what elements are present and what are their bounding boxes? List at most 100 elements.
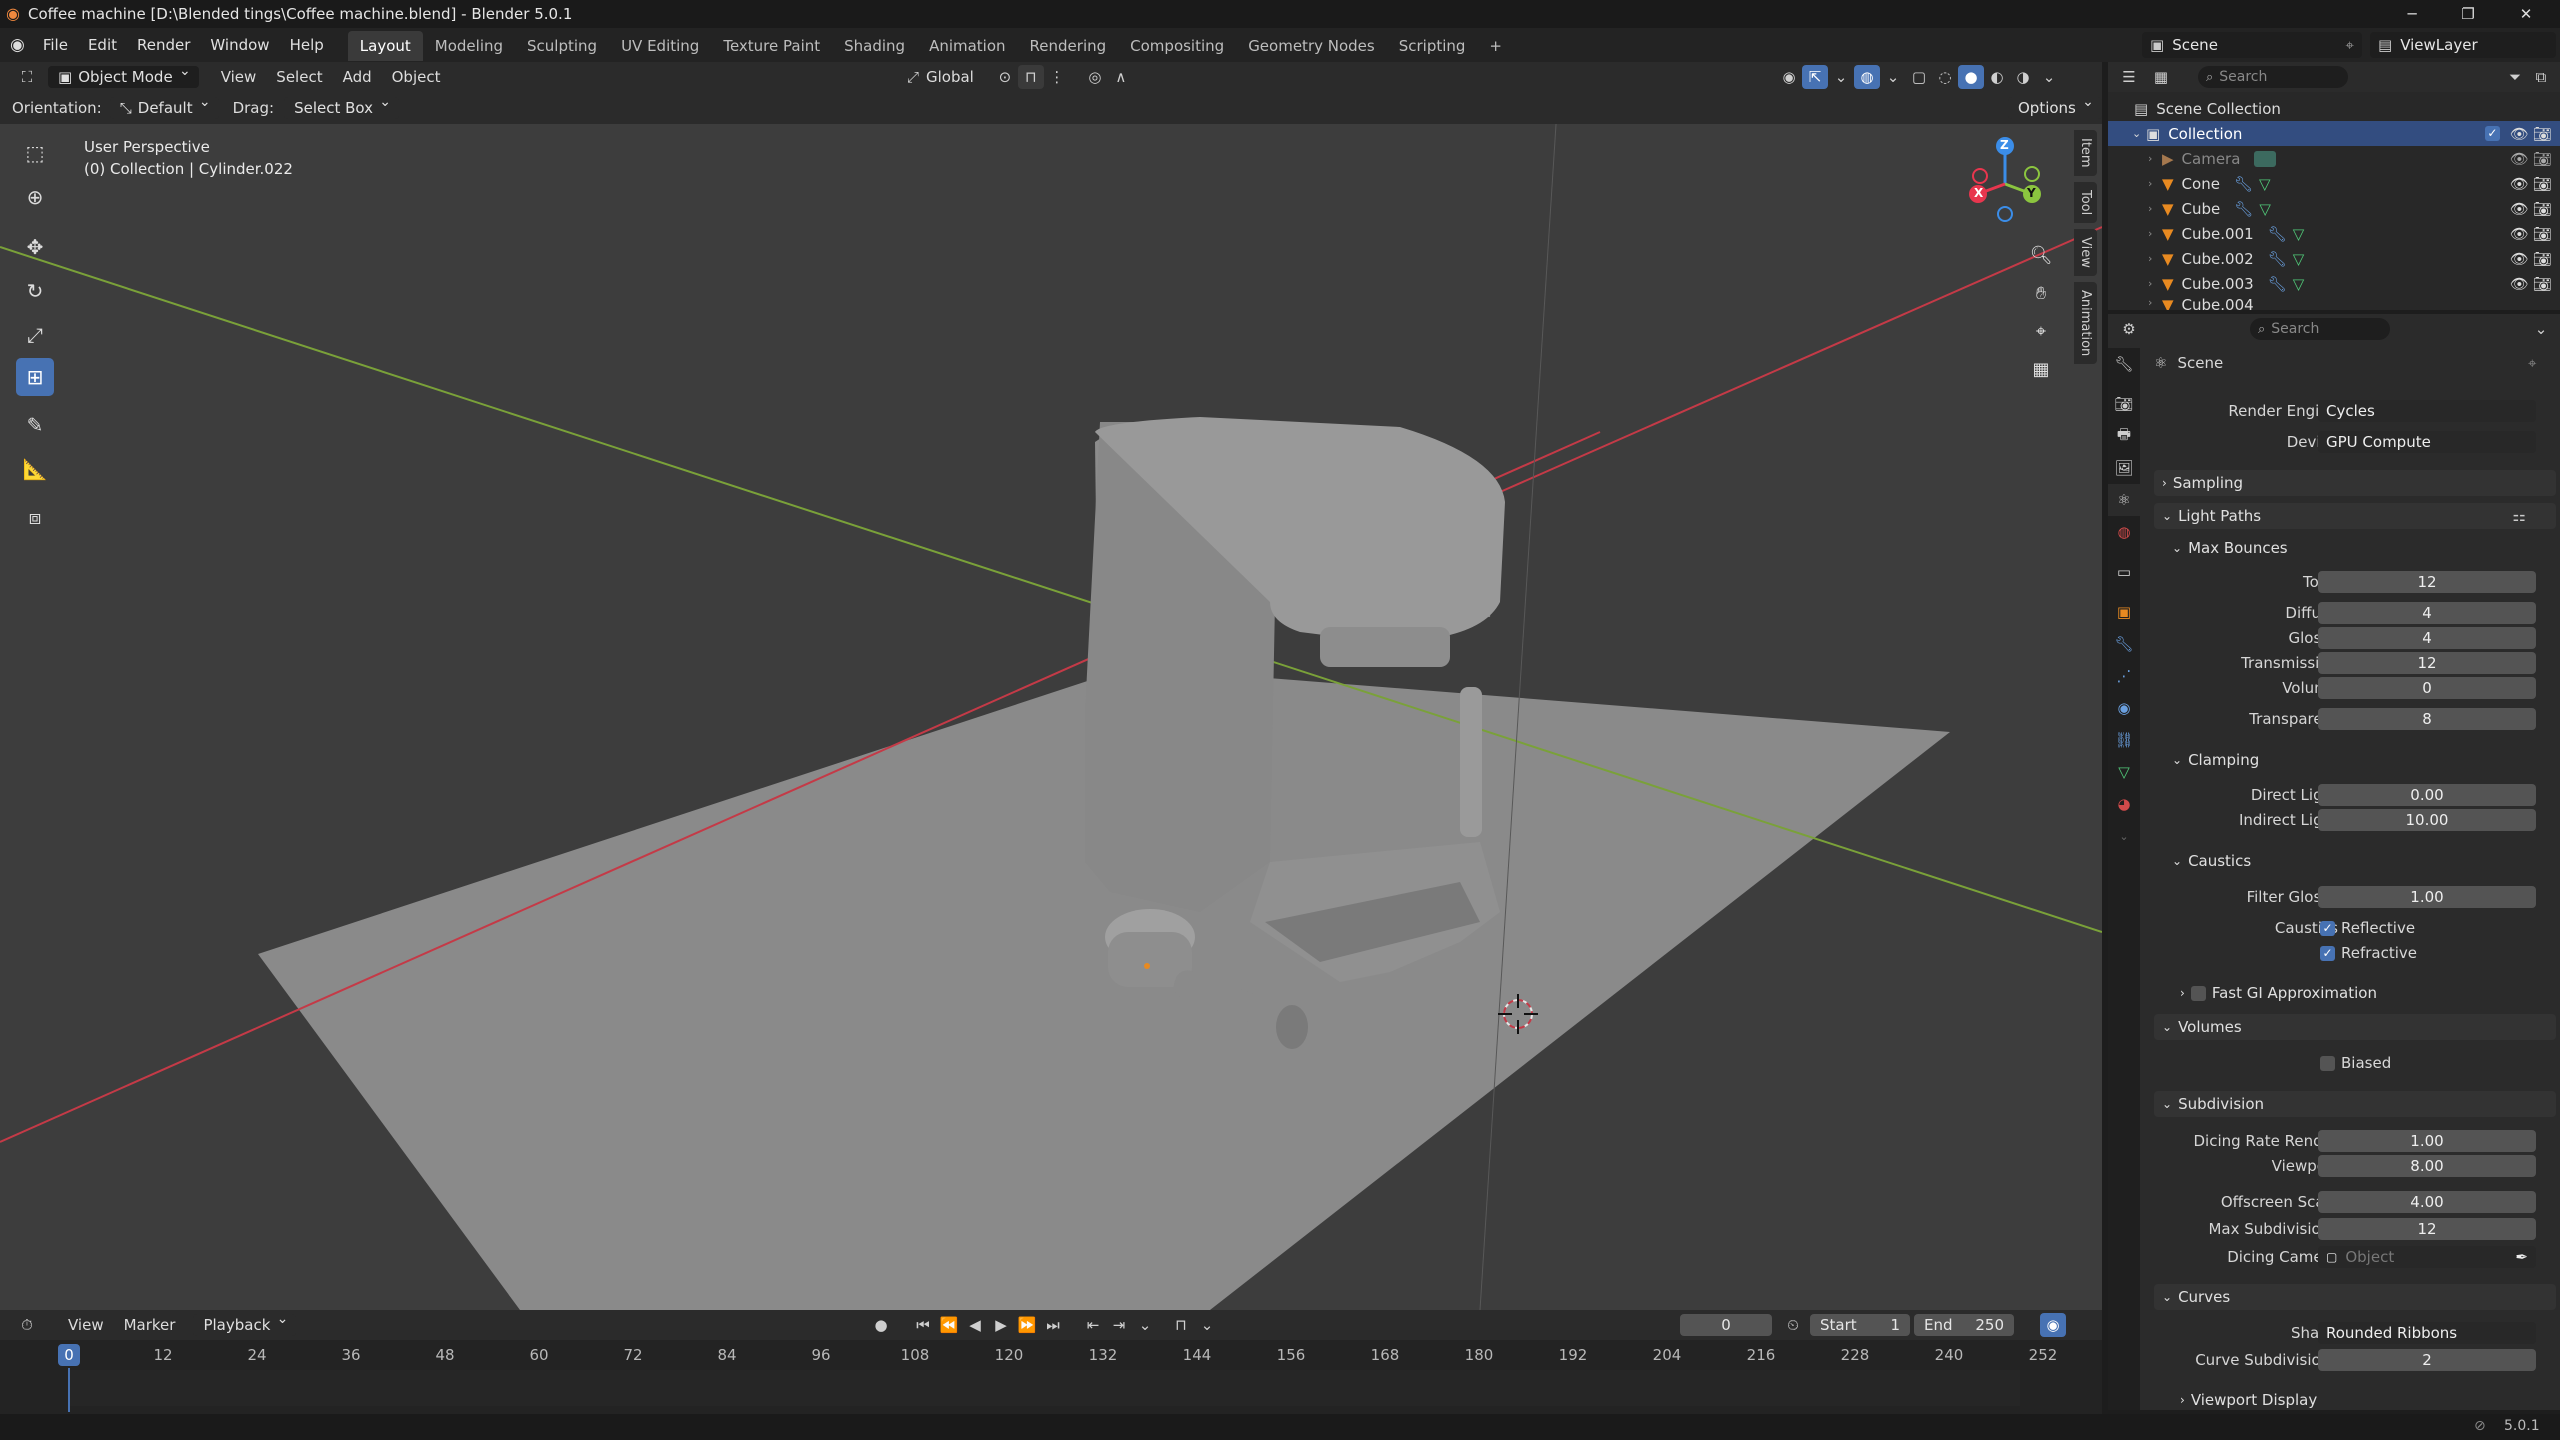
dicing-rate-render-field[interactable]: 1.00 (2318, 1130, 2536, 1152)
outliner-item-cube-003[interactable]: › ▼ Cube.003 🔧︎ ▽ 👁︎ 📷︎ (2108, 271, 2560, 296)
render-camera-icon[interactable]: 📷︎ (2533, 150, 2552, 168)
auto-keying-icon[interactable]: ⊓ (1168, 1313, 1194, 1337)
shape-dropdown[interactable]: Rounded Ribbons (2318, 1322, 2536, 1344)
timeline-editor[interactable]: ⏱ View Marker Playback ● ⏮ ⏪ ◀ ▶ ⏩ ⏭ ⇤ ⇥… (0, 1310, 2102, 1414)
close-button[interactable]: ✕ (2504, 2, 2548, 26)
timeline-view-options-icon[interactable]: ◉ (2040, 1313, 2066, 1337)
direct-light-field[interactable]: 0.00 (2318, 784, 2536, 806)
outliner-item-cube[interactable]: › ▼ Cube 🔧︎ ▽ 👁︎ 📷︎ (2108, 196, 2560, 221)
outliner-item-cone[interactable]: › ▼ Cone 🔧︎ ▽ 👁︎ 📷︎ (2108, 171, 2560, 196)
tab-rendering[interactable]: Rendering (1018, 31, 1119, 61)
falloff-icon[interactable]: ∧ (1108, 65, 1134, 89)
timeline-editor-type-icon[interactable]: ⏱ (14, 1313, 40, 1337)
outliner-search[interactable]: ⌕ Search (2198, 66, 2348, 88)
gizmo-toggle-icon[interactable]: ⇱ (1802, 65, 1828, 89)
visibility-eye-icon[interactable]: 👁︎ (2510, 150, 2529, 168)
collapse-icon[interactable]: ⌄ (2132, 127, 2146, 140)
tab-animation[interactable]: Animation (917, 31, 1017, 61)
timeline-menu-view[interactable]: View (58, 1310, 114, 1340)
outliner-item-cube-002[interactable]: › ▼ Cube.002 🔧︎ ▽ 👁︎ 📷︎ (2108, 246, 2560, 271)
volumes-panel-header[interactable]: ⌄ Volumes (2154, 1014, 2556, 1040)
expand-icon[interactable]: › (2148, 296, 2162, 309)
annotate-tool[interactable]: ✎ (16, 406, 54, 444)
tab-scripting[interactable]: Scripting (1387, 31, 1478, 61)
expand-icon[interactable]: › (2148, 177, 2162, 190)
collection-row[interactable]: ⌄ ▣ Collection ✓ 👁︎ 📷︎ (2108, 121, 2560, 146)
side-tab-tool[interactable]: Tool (2074, 181, 2097, 223)
menu-help[interactable]: Help (280, 28, 334, 62)
maximize-button[interactable]: ❐ (2446, 2, 2490, 26)
vp-menu-add[interactable]: Add (333, 62, 382, 92)
proportional-edit-icon[interactable]: ◎ (1082, 65, 1108, 89)
display-mode-icon[interactable]: ▦ (2148, 65, 2174, 89)
vp-menu-select[interactable]: Select (266, 62, 332, 92)
current-frame-field[interactable]: 0 (1680, 1314, 1772, 1336)
transform-tool[interactable]: ⊞ (16, 358, 54, 396)
transmission-field[interactable]: 12 (2318, 652, 2536, 674)
drag-dropdown[interactable]: Select Box (284, 94, 399, 119)
add-workspace-button[interactable]: + (1477, 31, 1514, 61)
outliner-item-cube-001[interactable]: › ▼ Cube.001 🔧︎ ▽ 👁︎ 📷︎ (2108, 221, 2560, 246)
next-key-icon[interactable]: ⇥ (1106, 1313, 1132, 1337)
view-layer-tab-icon[interactable]: 🖼︎ (2108, 452, 2140, 484)
transparent-field[interactable]: 8 (2318, 708, 2536, 730)
tab-uv-editing[interactable]: UV Editing (609, 31, 711, 61)
sampling-panel-header[interactable]: › Sampling (2154, 470, 2556, 496)
play-icon[interactable]: ▶ (988, 1313, 1014, 1337)
tab-modeling[interactable]: Modeling (423, 31, 515, 61)
device-dropdown[interactable]: GPU Compute (2318, 431, 2536, 453)
wireframe-shading-icon[interactable]: ◌ (1932, 65, 1958, 89)
total-field[interactable]: 12 (2318, 571, 2536, 593)
fast-gi-checkbox[interactable] (2190, 985, 2206, 1001)
vp-menu-object[interactable]: Object (382, 62, 451, 92)
snap-target-icon[interactable]: ⋮ (1044, 65, 1070, 89)
pivot-point-icon[interactable]: ⊙ (992, 65, 1018, 89)
dicing-camera-field[interactable]: ▢ Object ✒ (2318, 1246, 2536, 1268)
eyedropper-icon[interactable]: ✒ (2515, 1246, 2528, 1268)
pin-icon[interactable]: ⌖ (2346, 36, 2362, 54)
visibility-eye-icon[interactable]: 👁︎ (2510, 225, 2529, 243)
keyset-dropdown-icon[interactable]: ⌄ (1194, 1313, 1220, 1337)
render-camera-icon[interactable]: 📷︎ (2533, 125, 2552, 143)
side-tab-item[interactable]: Item (2074, 130, 2097, 176)
visibility-eye-icon[interactable]: 👁︎ (2510, 125, 2529, 143)
curve-subdivisions-field[interactable]: 2 (2318, 1349, 2536, 1371)
end-frame-field[interactable]: End 250 (1914, 1314, 2014, 1336)
constraints-tab-icon[interactable]: ⛓ (2108, 724, 2140, 756)
world-tab-icon[interactable]: ◍ (2108, 516, 2140, 548)
light-paths-panel-header[interactable]: ⌄ Light Paths ⚏ (2154, 503, 2556, 529)
cursor-tool[interactable]: ⊕ (16, 178, 54, 216)
subdivision-panel-header[interactable]: ⌄ Subdivision (2154, 1091, 2556, 1117)
menu-file[interactable]: File (33, 28, 78, 62)
reflective-checkbox-row[interactable]: ✓ Reflective (2320, 919, 2415, 937)
properties-editor-type-icon[interactable]: ⚙ (2116, 317, 2142, 341)
prev-key-icon[interactable]: ⇤ (1080, 1313, 1106, 1337)
tab-geometry-nodes[interactable]: Geometry Nodes (1236, 31, 1387, 61)
outliner-item-cube-004[interactable]: › ▼ Cube.004 (2108, 296, 2560, 310)
max-subdivisions-field[interactable]: 12 (2318, 1218, 2536, 1240)
play-reverse-icon[interactable]: ◀ (962, 1313, 988, 1337)
data-tab-icon[interactable]: ▽ (2108, 756, 2140, 788)
rotate-tool[interactable]: ↻ (16, 272, 54, 310)
offscreen-scale-field[interactable]: 4.00 (2318, 1191, 2536, 1213)
render-engine-dropdown[interactable]: Cycles (2318, 400, 2536, 422)
indirect-light-field[interactable]: 10.00 (2318, 809, 2536, 831)
modifier-tab-icon[interactable]: 🔧︎ (2108, 628, 2140, 660)
editor-type-icon[interactable]: ⛶ (14, 65, 40, 89)
measure-tool[interactable]: 📐 (16, 450, 54, 488)
output-tab-icon[interactable]: 🖶 (2108, 420, 2140, 452)
tool-tab-icon[interactable]: 🔧︎ (2108, 348, 2140, 380)
camera-view-icon[interactable]: ⌖ (2024, 314, 2058, 348)
biased-checkbox[interactable] (2320, 1055, 2335, 1071)
snap-toggle-icon[interactable]: ⊓ (1017, 65, 1044, 89)
biased-checkbox-row[interactable]: Biased (2320, 1054, 2391, 1072)
3d-viewport[interactable]: ⛶ ▣ Object Mode View Select Add Object ⤢ … (0, 62, 2102, 1310)
render-camera-icon[interactable]: 📷︎ (2533, 175, 2552, 193)
more-tabs-icon[interactable]: ⌄ (2108, 820, 2140, 852)
playback-dropdown[interactable]: Playback (193, 1311, 297, 1336)
solid-shading-icon[interactable]: ● (1958, 65, 1984, 89)
physics-tab-icon[interactable]: ◉ (2108, 692, 2140, 724)
jump-end-icon[interactable]: ⏭ (1040, 1313, 1066, 1337)
max-bounces-subpanel-header[interactable]: ⌄ Max Bounces (2168, 536, 2560, 560)
viewport-display-subpanel-header[interactable]: › Viewport Display (2176, 1388, 2560, 1412)
